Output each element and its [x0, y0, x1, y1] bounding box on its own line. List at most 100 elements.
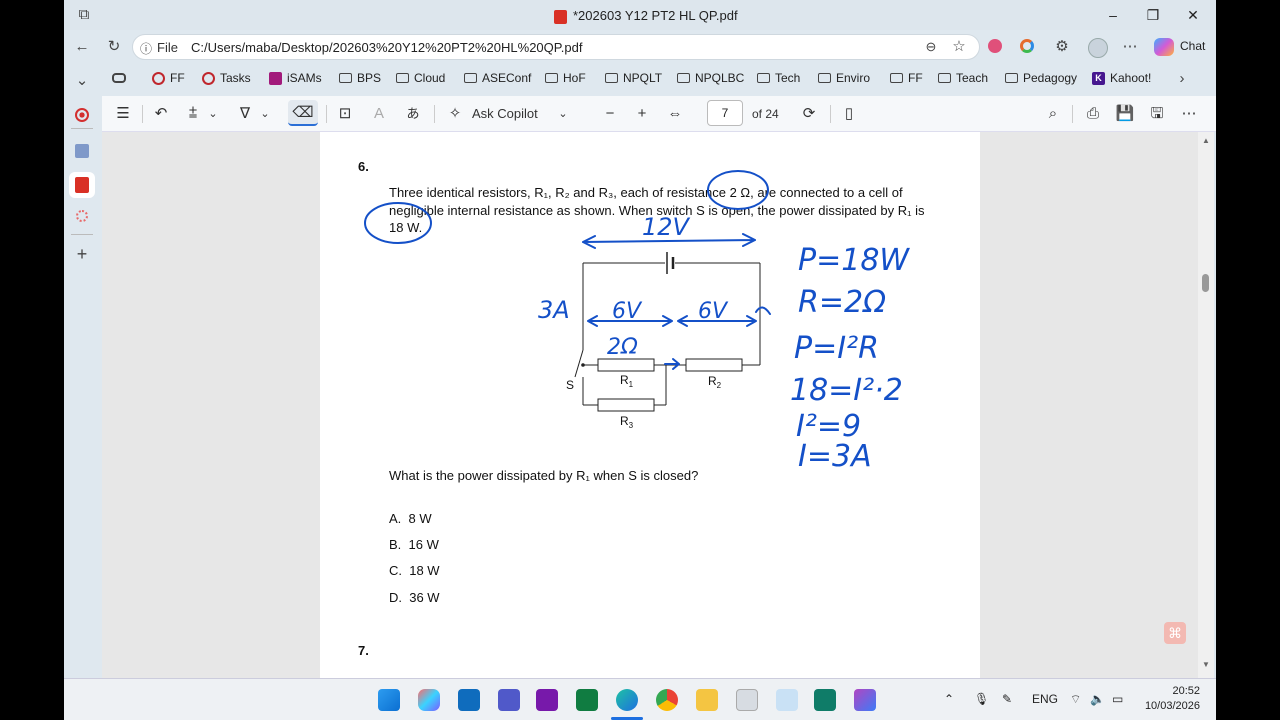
- outlook-icon[interactable]: [458, 689, 480, 711]
- extension-icon[interactable]: [76, 210, 88, 222]
- bookmark-pedagogy[interactable]: Pedagogy: [1005, 71, 1077, 85]
- address-bar[interactable]: ⓘ File C:/Users/maba/Desktop/202603%20Y1…: [132, 34, 980, 60]
- zoom-in-button[interactable]: +: [632, 104, 652, 124]
- extensions-puzzle-icon[interactable]: ⚙: [1052, 37, 1072, 57]
- m365-icon[interactable]: [418, 689, 440, 711]
- chat-label[interactable]: Chat: [1180, 39, 1205, 53]
- file-explorer-icon[interactable]: [696, 689, 718, 711]
- chevron-down-icon[interactable]: ⌄: [258, 104, 272, 124]
- bookmark-tech[interactable]: Tech: [757, 71, 800, 85]
- pen-icon[interactable]: ✎: [1002, 692, 1012, 706]
- copilot-outline-icon[interactable]: ✧: [444, 104, 466, 124]
- print-icon[interactable]: ⎙: [1082, 104, 1104, 124]
- fit-width-icon[interactable]: ⇔: [664, 104, 686, 124]
- save-as-icon[interactable]: 🖫: [1146, 104, 1168, 124]
- language-indicator[interactable]: ENG: [1032, 692, 1058, 706]
- bookmark-label: BPS: [357, 71, 382, 85]
- undo-icon[interactable]: ↶: [150, 104, 172, 124]
- close-button[interactable]: ✕: [1178, 4, 1208, 26]
- color-picker-icon[interactable]: [1020, 39, 1034, 53]
- battery-icon[interactable]: ▭: [1112, 692, 1123, 706]
- ink-working-line: P=18W: [798, 243, 910, 278]
- clock-time[interactable]: 20:52: [1156, 685, 1200, 697]
- option-letter: C.: [389, 563, 402, 578]
- search-icon[interactable]: ⌕: [1042, 104, 1064, 124]
- tab-switch-icon[interactable]: [112, 73, 126, 83]
- favorite-star-icon[interactable]: ☆: [949, 37, 969, 57]
- option-letter: B.: [389, 537, 402, 552]
- chevron-down-icon[interactable]: ⌄: [556, 104, 570, 124]
- microphone-icon[interactable]: 🎙: [974, 692, 989, 706]
- bookmark-kahoot[interactable]: K Kahoot!: [1092, 71, 1151, 85]
- bookmark-npqlbc[interactable]: NPQLBC: [677, 71, 744, 85]
- url-text[interactable]: C:/Users/maba/Desktop/202603%20Y12%20PT2…: [191, 40, 582, 55]
- translate-icon[interactable]: あ: [402, 104, 424, 124]
- wifi-icon[interactable]: ⌔: [1070, 692, 1081, 707]
- page-number-input[interactable]: 7: [707, 100, 743, 126]
- chevron-down-icon[interactable]: ⌄: [72, 71, 92, 91]
- clock-date[interactable]: 10/03/2026: [1140, 700, 1200, 712]
- bookmark-cloud[interactable]: Cloud: [396, 71, 445, 85]
- bookmark-enviro[interactable]: Enviro: [818, 71, 870, 85]
- excel-icon[interactable]: [576, 689, 598, 711]
- bookmark-ff[interactable]: FF: [152, 71, 185, 85]
- teams-icon[interactable]: [498, 689, 520, 711]
- minimize-button[interactable]: –: [1098, 4, 1128, 26]
- refresh-icon[interactable]: ↻: [104, 37, 124, 57]
- scroll-up-icon[interactable]: ▲: [1202, 136, 1210, 145]
- info-icon[interactable]: ⓘ: [140, 40, 152, 57]
- chevron-up-icon[interactable]: ⌃: [944, 692, 954, 706]
- notes-icon[interactable]: [75, 144, 89, 158]
- scroll-down-icon[interactable]: ▼: [1202, 660, 1210, 669]
- tab-actions-icon[interactable]: ⧉: [74, 5, 94, 25]
- zoom-icon[interactable]: ⊖: [921, 37, 941, 57]
- more-options-icon[interactable]: ⋯: [1178, 104, 1200, 124]
- answer-option-c: C. 18 W: [389, 563, 440, 578]
- record-icon[interactable]: [75, 108, 89, 122]
- edge-icon[interactable]: [616, 689, 638, 711]
- scroll-thumb[interactable]: [1202, 274, 1209, 292]
- pdf-icon: [554, 9, 567, 24]
- photos-icon[interactable]: [814, 689, 836, 711]
- vertical-scrollbar[interactable]: ▲ ▼: [1198, 132, 1214, 678]
- dev-app-icon[interactable]: [776, 689, 798, 711]
- bookmark-isams[interactable]: iSAMs: [269, 71, 322, 85]
- back-arrow-icon[interactable]: ←: [72, 37, 92, 57]
- start-icon[interactable]: [378, 689, 400, 711]
- bookmark-bps[interactable]: BPS: [339, 71, 381, 85]
- ink-circle: [364, 202, 432, 244]
- page-view-icon[interactable]: ▯: [838, 104, 860, 124]
- extension-icon[interactable]: [988, 39, 1002, 53]
- acrobat-icon[interactable]: ⌘: [1164, 622, 1186, 644]
- text-box-icon[interactable]: ⊡: [334, 104, 356, 124]
- bookmark-ff-folder[interactable]: FF: [890, 71, 923, 85]
- paint-icon[interactable]: [854, 689, 876, 711]
- save-icon[interactable]: 💾: [1114, 104, 1136, 124]
- bookmark-tasks[interactable]: Tasks: [202, 71, 251, 85]
- more-menu-icon[interactable]: ⋯: [1120, 37, 1140, 57]
- rotate-icon[interactable]: ⟳: [798, 104, 820, 124]
- ask-copilot-button[interactable]: Ask Copilot: [472, 104, 538, 124]
- eraser-button[interactable]: ⌫: [288, 100, 318, 126]
- notepad-icon[interactable]: [736, 689, 758, 711]
- bookmark-npqlt[interactable]: NPQLT: [605, 71, 662, 85]
- bookmark-teach[interactable]: Teach: [938, 71, 988, 85]
- draw-icon[interactable]: ∇: [234, 104, 256, 124]
- copilot-icon[interactable]: [1154, 38, 1174, 56]
- add-icon[interactable]: +: [72, 244, 92, 264]
- chevron-down-icon[interactable]: ⌄: [206, 104, 220, 124]
- chevron-right-icon[interactable]: ›: [1172, 69, 1192, 89]
- question-number: 7.: [358, 643, 369, 658]
- bookmark-aseconf[interactable]: ASEConf: [464, 71, 531, 85]
- bookmark-label: Kahoot!: [1110, 71, 1152, 85]
- chrome-icon[interactable]: [656, 689, 678, 711]
- bookmark-label: HoF: [563, 71, 586, 85]
- contents-list-icon[interactable]: ☰: [112, 104, 134, 124]
- zoom-out-button[interactable]: −: [600, 104, 620, 124]
- profile-avatar[interactable]: [1088, 38, 1108, 58]
- bookmark-hof[interactable]: HoF: [545, 71, 586, 85]
- highlight-icon[interactable]: ⩲: [182, 104, 204, 124]
- volume-icon[interactable]: 🔈: [1090, 692, 1105, 706]
- maximize-button[interactable]: ❐: [1138, 4, 1168, 26]
- onenote-icon[interactable]: [536, 689, 558, 711]
